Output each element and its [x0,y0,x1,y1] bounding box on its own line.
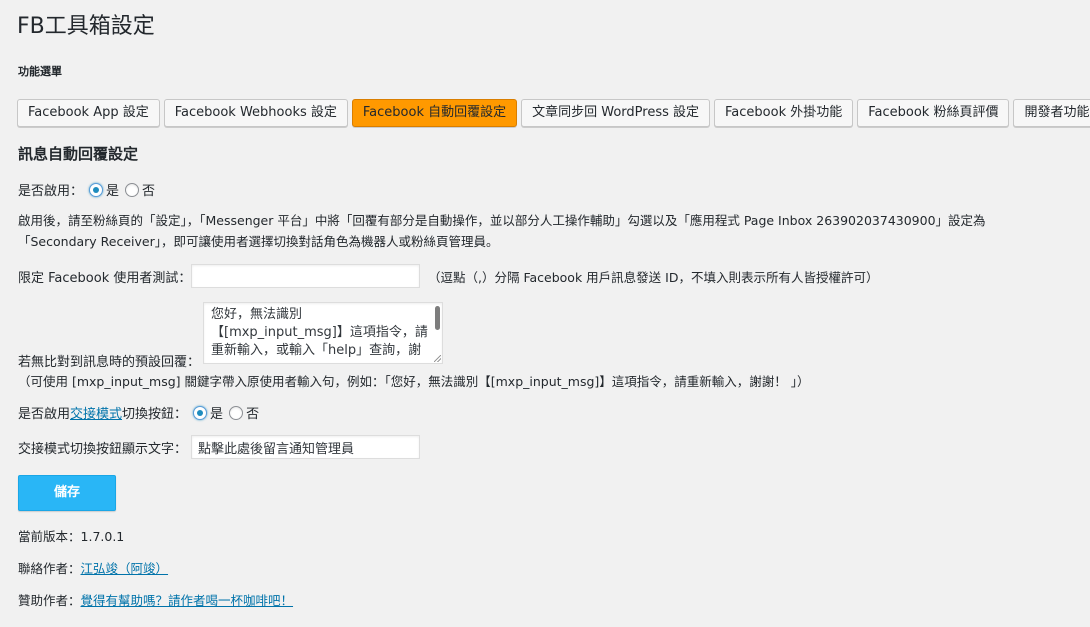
instructions: 啟用後，請至粉絲頁的「設定」，「Messenger 平台」中將「回覆有部分是自動… [18,210,1068,252]
tab-auto-reply[interactable]: Facebook 自動回覆設定 [351,99,518,127]
enable-yes-label: 是 [106,184,120,199]
handover-label-prefix: 是否啟用 [18,407,71,422]
author-link[interactable]: 江弘竣（阿竣） [81,561,169,576]
tab-facebook-plugins[interactable]: Facebook 外掛功能 [714,99,854,127]
enable-yes-radio[interactable] [89,182,104,197]
version-info: 當前版本：1.7.0.1 [18,526,124,545]
handover-no-label: 否 [246,407,260,422]
default-reply-textarea[interactable]: 您好，無法識別 【[mxp_input_msg]】這項指令，請 重新輸入，或輸入… [203,302,443,364]
test-users-hint: （逗點（,）分隔 Facebook 用戶訊息發送 ID，不填入則表示所有人皆授權… [428,269,879,285]
default-reply-label: 若無比對到訊息時的預設回覆： [18,355,201,370]
sponsor-link[interactable]: 覺得有幫助嗎？請作者喝一杯咖啡吧！ [81,593,294,608]
tab-page-reviews[interactable]: Facebook 粉絲頁評價 [857,99,1010,127]
version-value: 1.7.0.1 [80,529,125,544]
settings-page: FB工具箱設定 功能選單 Facebook App 設定 Facebook We… [0,0,1090,627]
textarea-scrollbar[interactable] [435,306,440,330]
enable-no-label: 否 [142,184,156,199]
default-reply-label-row: 若無比對到訊息時的預設回覆： [18,351,200,370]
enable-label: 是否啟用： [18,184,84,199]
handover-no-radio[interactable] [229,405,244,420]
enable-row: 是否啟用： 是 否 [18,180,155,199]
sponsor-info: 贊助作者：覺得有幫助嗎？請作者喝一杯咖啡吧！ [18,590,293,609]
default-reply-line-1: 您好，無法識別 [211,307,303,322]
test-users-input[interactable] [191,264,420,288]
tab-facebook-app[interactable]: Facebook App 設定 [17,99,160,127]
test-users-label: 限定 Facebook 使用者測試： [18,270,192,286]
tab-post-sync[interactable]: 文章同步回 WordPress 設定 [521,99,711,127]
default-reply-line-2: 【[mxp_input_msg]】這項指令，請 [211,325,428,340]
instructions-line-1: 啟用後，請至粉絲頁的「設定」，「Messenger 平台」中將「回覆有部分是自動… [18,213,986,228]
handover-row: 是否啟用 交接模式 切換按鈕： 是 否 [18,403,259,422]
page-title: FB工具箱設定 [17,14,155,39]
save-button[interactable]: 儲存 [18,475,116,511]
tab-bar: Facebook App 設定 Facebook Webhooks 設定 Fac… [17,99,1090,127]
tab-facebook-webhooks[interactable]: Facebook Webhooks 設定 [163,99,348,127]
section-title: 訊息自動回覆設定 [18,145,139,163]
default-reply-line-3: 重新輸入，或輸入「help」查詢，謝 [211,343,422,358]
menu-label: 功能選單 [18,65,62,78]
instructions-line-2: 「Secondary Receiver」，即可讓使用者選擇切換對話角色為機器人或… [18,234,499,249]
handover-yes-radio[interactable] [193,405,208,420]
handover-yes-label: 是 [210,407,224,422]
enable-no-radio[interactable] [125,182,140,197]
author-info: 聯絡作者：江弘竣（阿竣） [18,558,168,577]
handover-text-row: 交接模式切換按鈕顯示文字： [18,435,420,459]
handover-mode-link[interactable]: 交接模式 [70,403,122,422]
handover-label-suffix: 切換按鈕： [122,407,188,422]
sponsor-label: 贊助作者： [18,593,81,608]
default-reply-note: （可使用 [mxp_input_msg] 關鍵字帶入原使用者輸入句，例如：「您好… [18,374,810,389]
version-label: 當前版本： [18,529,81,544]
resize-grip-icon[interactable] [434,355,441,362]
handover-text-input[interactable] [191,435,420,459]
test-users-row: 限定 Facebook 使用者測試： （逗點（,）分隔 Facebook 用戶訊… [18,264,878,288]
tab-developer[interactable]: 開發者功能 [1013,99,1090,127]
handover-text-label: 交接模式切換按鈕顯示文字： [18,441,188,457]
author-label: 聯絡作者： [18,561,81,576]
